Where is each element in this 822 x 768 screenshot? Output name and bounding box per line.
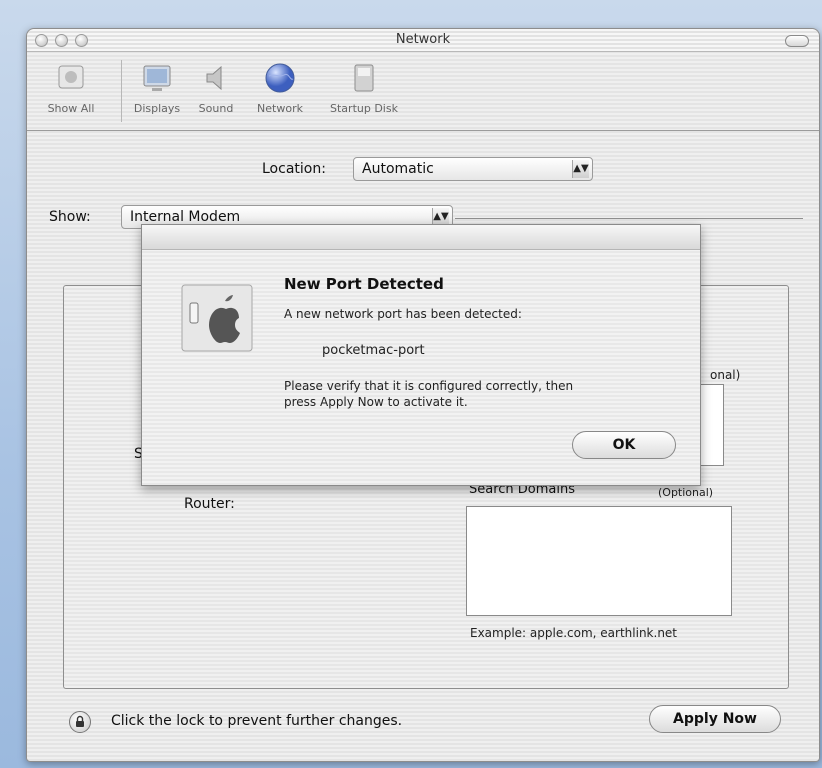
search-domains-optional-label: (Optional) xyxy=(658,486,714,499)
title-bar[interactable]: Network xyxy=(27,29,819,52)
dns-optional-label: onal) xyxy=(710,368,741,382)
alert-line-1: A new network port has been detected: xyxy=(284,307,522,321)
toolbar-item-displays[interactable]: Displays xyxy=(127,60,187,115)
lock-message: Click the lock to prevent further change… xyxy=(111,713,403,729)
globe-icon xyxy=(261,60,299,96)
ok-button[interactable]: OK xyxy=(572,431,676,459)
show-divider xyxy=(455,218,803,219)
location-popup[interactable]: Automatic ▲▼ xyxy=(353,157,593,181)
apply-now-button[interactable]: Apply Now xyxy=(649,705,781,733)
new-port-alert: New Port Detected A new network port has… xyxy=(141,224,701,486)
disk-icon xyxy=(345,60,383,96)
router-label: Router: xyxy=(184,496,235,512)
alert-top-bar xyxy=(142,225,700,250)
window-title: Network xyxy=(395,32,451,47)
toolbar-toggle-button[interactable] xyxy=(785,35,809,47)
toolbar-item-network[interactable]: Network xyxy=(249,60,311,115)
alert-title: New Port Detected xyxy=(284,275,444,293)
lock-icon[interactable] xyxy=(69,711,91,733)
toolbar-item-startup-disk[interactable]: Startup Disk xyxy=(319,60,409,115)
network-preferences-window: Network Show All Displays Sound Network … xyxy=(26,28,820,762)
toolbar-item-show-all[interactable]: Show All xyxy=(35,60,107,115)
alert-port-name: pocketmac-port xyxy=(322,343,425,358)
toolbar-label: Sound xyxy=(198,102,234,115)
toolbar-label: Network xyxy=(257,102,303,115)
toolbar-item-sound[interactable]: Sound xyxy=(191,60,241,115)
alert-line-2: Please verify that it is configured corr… xyxy=(284,379,574,393)
toolbar-separator xyxy=(121,60,122,122)
toolbar-label: Displays xyxy=(133,102,181,115)
show-all-icon xyxy=(52,60,90,96)
toolbar-label: Show All xyxy=(47,102,95,115)
speaker-icon xyxy=(197,60,235,96)
show-value: Internal Modem xyxy=(130,209,241,225)
toolbar-label: Startup Disk xyxy=(330,102,398,115)
network-port-icon xyxy=(180,283,254,353)
search-domains-example: Example: apple.com, earthlink.net xyxy=(470,626,678,640)
location-label: Location: xyxy=(262,161,326,177)
display-icon xyxy=(138,60,176,96)
location-value: Automatic xyxy=(362,161,434,177)
search-domains-field[interactable] xyxy=(466,506,732,616)
alert-line-3: press Apply Now to activate it. xyxy=(284,395,468,409)
toolbar: Show All Displays Sound Network Startup … xyxy=(27,52,819,131)
popup-arrows-icon: ▲▼ xyxy=(572,160,589,178)
show-label: Show: xyxy=(49,209,91,225)
